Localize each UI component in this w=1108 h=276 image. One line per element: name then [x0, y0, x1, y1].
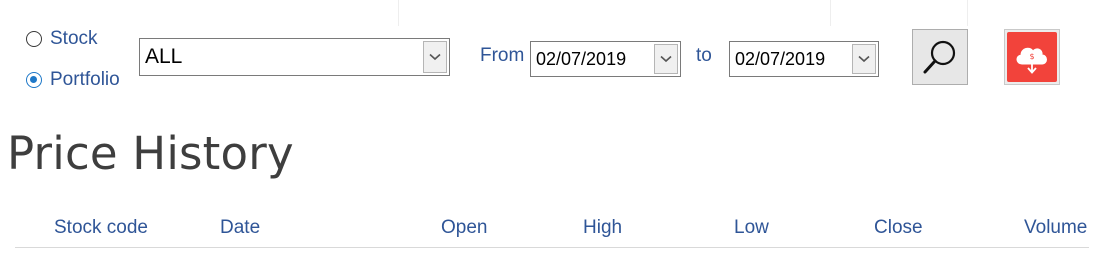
to-date-value: 02/07/2019: [735, 48, 826, 69]
cloud-download-icon: $: [1016, 47, 1047, 74]
top-divider: [967, 0, 968, 26]
column-header-close[interactable]: Close: [874, 217, 923, 239]
portfolio-select-dropdown-button[interactable]: [423, 41, 447, 73]
chevron-down-icon: [858, 55, 870, 63]
page-title: Price History: [7, 127, 294, 180]
search-icon: [923, 40, 956, 74]
column-header-date[interactable]: Date: [220, 217, 260, 239]
column-header-open[interactable]: Open: [441, 217, 487, 239]
column-header-volume[interactable]: Volume: [1024, 217, 1087, 239]
table-header-divider: [15, 247, 1089, 248]
top-divider: [830, 0, 831, 26]
radio-portfolio[interactable]: Portfolio: [26, 69, 120, 91]
portfolio-select[interactable]: ALL: [139, 38, 450, 76]
radio-stock-label: Stock: [50, 28, 98, 49]
dollar-sign-glyph: $: [1029, 52, 1034, 61]
to-date-dropdown-button[interactable]: [852, 44, 876, 74]
to-label: to: [696, 45, 712, 66]
portfolio-select-value: ALL: [145, 45, 183, 68]
radio-stock[interactable]: Stock: [26, 28, 98, 50]
radio-stock-indicator[interactable]: [26, 31, 42, 47]
column-header-stock-code[interactable]: Stock code: [54, 217, 148, 239]
column-header-low[interactable]: Low: [734, 217, 769, 239]
to-date-picker[interactable]: 02/07/2019: [729, 41, 879, 77]
column-header-high[interactable]: High: [583, 217, 622, 239]
from-date-dropdown-button[interactable]: [654, 44, 678, 74]
download-button-face[interactable]: $: [1007, 32, 1057, 82]
download-button[interactable]: $: [1004, 29, 1060, 85]
from-date-value: 02/07/2019: [536, 48, 627, 69]
radio-portfolio-indicator[interactable]: [26, 72, 42, 88]
from-date-picker[interactable]: 02/07/2019: [530, 41, 681, 77]
chevron-down-icon: [429, 53, 441, 61]
from-label: From: [480, 45, 525, 66]
search-button[interactable]: [912, 29, 968, 85]
top-divider: [398, 0, 399, 26]
radio-portfolio-label: Portfolio: [50, 69, 120, 90]
chevron-down-icon: [660, 55, 672, 63]
